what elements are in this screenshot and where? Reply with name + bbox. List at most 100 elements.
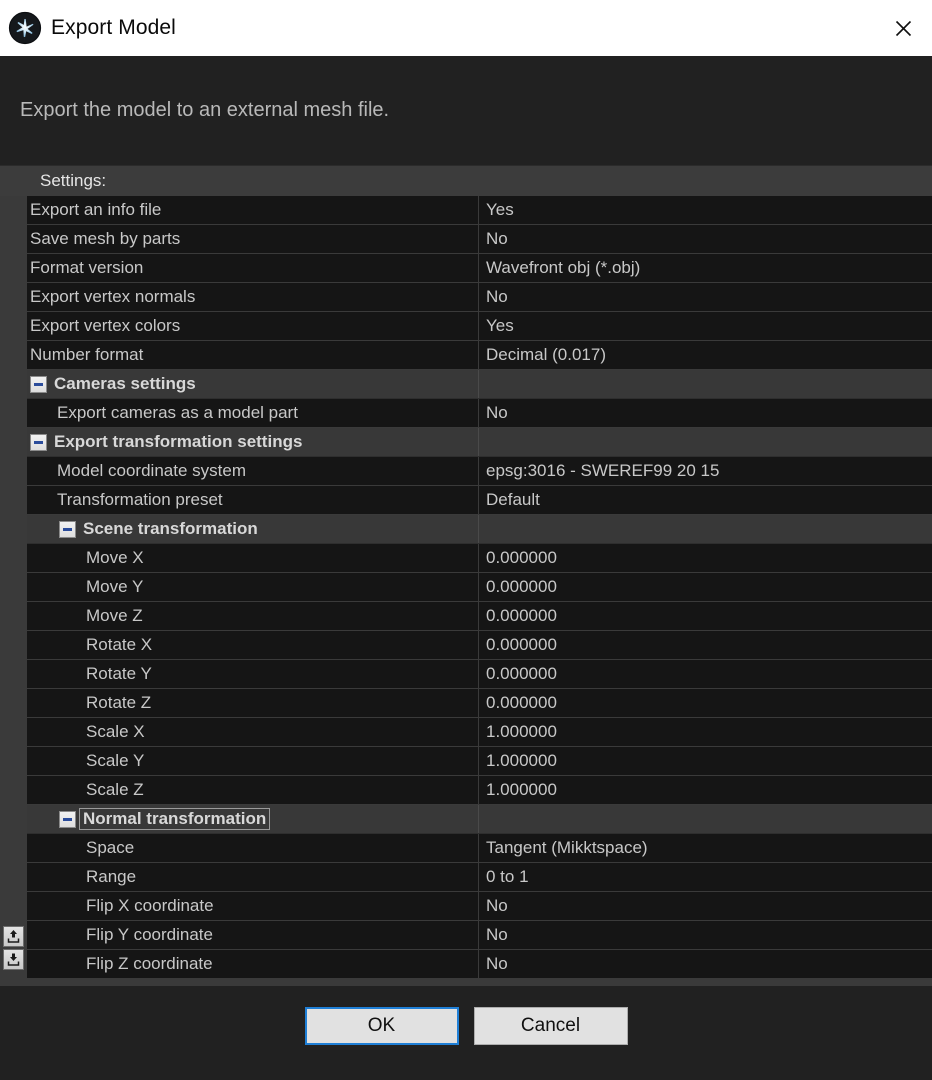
settings-header-label: Settings:	[40, 171, 107, 190]
setting-label: Number format	[30, 345, 144, 364]
setting-value-cell[interactable]: 1.000000	[478, 718, 932, 746]
setting-value-cell[interactable]: Yes	[478, 196, 932, 224]
setting-label: Flip Z coordinate	[86, 954, 213, 973]
table-row[interactable]: Rotate X 0.000000	[0, 631, 932, 660]
table-gutter	[0, 196, 27, 986]
table-row[interactable]: Number format Decimal (0.017)	[0, 341, 932, 370]
table-row[interactable]: Scale Y 1.000000	[0, 747, 932, 776]
setting-value-cell[interactable]: 0.000000	[478, 602, 932, 630]
setting-value: No	[486, 229, 508, 248]
table-row[interactable]: Flip X coordinate No	[0, 892, 932, 921]
setting-name-cell: Flip X coordinate	[0, 892, 478, 920]
table-row[interactable]: Range 0 to 1	[0, 863, 932, 892]
setting-value-cell[interactable]: No	[478, 921, 932, 949]
load-preset-button[interactable]	[3, 926, 24, 947]
setting-value-cell[interactable]: 0 to 1	[478, 863, 932, 891]
window-title: Export Model	[51, 16, 176, 39]
setting-label: Export cameras as a model part	[57, 403, 298, 422]
setting-label: Export transformation settings	[54, 432, 303, 451]
table-row[interactable]: Move X 0.000000	[0, 544, 932, 573]
settings-group-row[interactable]: Scene transformation	[0, 515, 932, 544]
close-button[interactable]	[874, 0, 932, 56]
setting-label: Space	[86, 838, 135, 857]
settings-group-row[interactable]: Cameras settings	[0, 370, 932, 399]
setting-value-cell[interactable]: 0.000000	[478, 631, 932, 659]
table-row[interactable]: Format version Wavefront obj (*.obj)	[0, 254, 932, 283]
setting-value-cell[interactable]: Yes	[478, 312, 932, 340]
setting-value-cell[interactable]: 1.000000	[478, 747, 932, 775]
table-row[interactable]: Export an info file Yes	[0, 196, 932, 225]
setting-name-cell: Space	[0, 834, 478, 862]
setting-name-cell: Export cameras as a model part	[0, 399, 478, 427]
table-row[interactable]: Export vertex colors Yes	[0, 312, 932, 341]
setting-value-cell[interactable]: No	[478, 225, 932, 253]
table-row[interactable]: Model coordinate system epsg:3016 - SWERE…	[0, 457, 932, 486]
table-row[interactable]: Export cameras as a model part No	[0, 399, 932, 428]
settings-group-row[interactable]: Normal transformation	[0, 805, 932, 834]
save-preset-button[interactable]	[3, 949, 24, 970]
upload-tray-icon	[6, 929, 21, 944]
settings-group-row[interactable]: Export transformation settings	[0, 428, 932, 457]
setting-value-cell[interactable]	[478, 428, 932, 456]
expander-bar	[34, 382, 43, 386]
collapse-minus-icon[interactable]	[59, 810, 76, 828]
setting-name-cell: Transformation preset	[0, 486, 478, 514]
setting-value-cell[interactable]: No	[478, 399, 932, 427]
setting-value-cell[interactable]: No	[478, 950, 932, 978]
setting-label: Model coordinate system	[57, 461, 246, 480]
setting-label: Rotate Z	[86, 693, 152, 712]
download-tray-icon	[6, 952, 21, 967]
setting-label: Rotate Y	[86, 664, 152, 683]
table-row[interactable]: Space Tangent (Mikktspace)	[0, 834, 932, 863]
table-row[interactable]: Transformation preset Default	[0, 486, 932, 515]
table-row[interactable]: Rotate Y 0.000000	[0, 660, 932, 689]
table-row[interactable]: Scale Z 1.000000	[0, 776, 932, 805]
setting-value: Default	[486, 490, 540, 509]
setting-value: 0.000000	[486, 548, 557, 567]
table-row[interactable]: Flip Z coordinate No	[0, 950, 932, 979]
setting-name-cell: Export vertex colors	[0, 312, 478, 340]
setting-name-cell: Move Y	[0, 573, 478, 601]
collapse-minus-icon[interactable]	[30, 433, 47, 451]
setting-name-cell: Rotate Y	[0, 660, 478, 688]
setting-value-cell[interactable]: Decimal (0.017)	[478, 341, 932, 369]
setting-value-cell[interactable]: Wavefront obj (*.obj)	[478, 254, 932, 282]
setting-value-cell[interactable]: No	[478, 283, 932, 311]
setting-value-cell[interactable]	[478, 515, 932, 543]
setting-value-cell[interactable]: 0.000000	[478, 573, 932, 601]
table-row[interactable]: Move Y 0.000000	[0, 573, 932, 602]
collapse-minus-icon[interactable]	[59, 520, 76, 538]
title-bar: Export Model	[0, 0, 932, 56]
setting-name-cell: Range	[0, 863, 478, 891]
setting-value-cell[interactable]: 0.000000	[478, 689, 932, 717]
setting-name-cell: Number format	[0, 341, 478, 369]
setting-value-cell[interactable]: 1.000000	[478, 776, 932, 804]
collapse-minus-icon[interactable]	[30, 375, 47, 393]
setting-value: 1.000000	[486, 780, 557, 799]
setting-value-cell[interactable]: No	[478, 892, 932, 920]
setting-name-cell: Save mesh by parts	[0, 225, 478, 253]
table-row[interactable]: Scale X 1.000000	[0, 718, 932, 747]
setting-value-cell[interactable]: Tangent (Mikktspace)	[478, 834, 932, 862]
setting-label: Format version	[30, 258, 144, 277]
table-row[interactable]: Flip Y coordinate No	[0, 921, 932, 950]
setting-name-cell: Model coordinate system	[0, 457, 478, 485]
setting-value-cell[interactable]: epsg:3016 - SWEREF99 20 15	[478, 457, 932, 485]
table-row[interactable]: Move Z 0.000000	[0, 602, 932, 631]
setting-value: Yes	[486, 316, 514, 335]
setting-value-cell[interactable]: 0.000000	[478, 660, 932, 688]
setting-value-cell[interactable]	[478, 370, 932, 398]
setting-value-cell[interactable]: Default	[478, 486, 932, 514]
cancel-button[interactable]: Cancel	[473, 1007, 628, 1045]
setting-label: Scale Z	[86, 780, 144, 799]
ok-button[interactable]: OK	[304, 1007, 459, 1045]
table-row[interactable]: Export vertex normals No	[0, 283, 932, 312]
setting-value: 1.000000	[486, 751, 557, 770]
table-row[interactable]: Save mesh by parts No	[0, 225, 932, 254]
setting-value: Tangent (Mikktspace)	[486, 838, 648, 857]
setting-value-cell[interactable]	[478, 805, 932, 833]
setting-value: 1.000000	[486, 722, 557, 741]
table-row[interactable]: Rotate Z 0.000000	[0, 689, 932, 718]
setting-label: Scale X	[86, 722, 145, 741]
setting-value-cell[interactable]: 0.000000	[478, 544, 932, 572]
